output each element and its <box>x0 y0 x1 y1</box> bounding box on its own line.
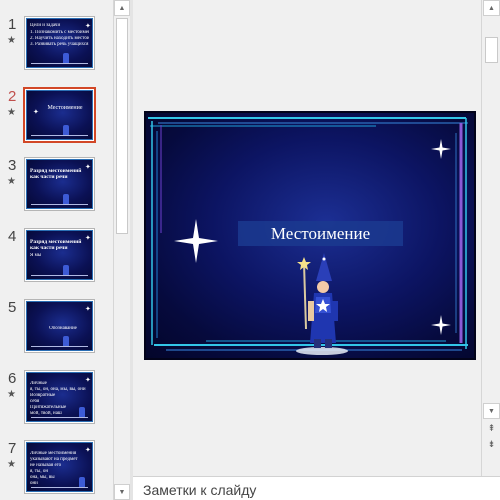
notes-pane[interactable]: Заметки к слайду <box>133 476 500 500</box>
thumbnail-image[interactable]: Местоимение ✦ <box>23 87 96 143</box>
thumbnail-image[interactable]: Опознавание ✦ <box>24 299 95 353</box>
thumbnail-slide: Личные я, ты, он, она, мы, вы, они Возврат… <box>26 372 93 422</box>
thumbnail-slide: Личные местоимения указывают на предмет не… <box>26 442 93 492</box>
thumbnail-image[interactable]: Цели и задачи1. Познакомить с местоимени… <box>24 16 95 70</box>
slide-number: 6 <box>8 370 17 387</box>
wizard-icon <box>63 125 69 135</box>
thumbnail-text: Цели и задачи <box>30 23 61 28</box>
sparkle-icon: ✦ <box>85 23 91 30</box>
sparkle-icon <box>431 315 451 335</box>
frame-line <box>31 204 88 205</box>
frame-line <box>31 63 88 64</box>
frame-line <box>31 275 88 276</box>
frame-line <box>31 135 88 136</box>
sparkle-icon <box>431 139 451 159</box>
animation-star-icon[interactable]: ★ <box>7 35 16 46</box>
frame-line <box>31 487 88 488</box>
thumbnail-text: Я мы <box>30 253 42 258</box>
sparkle-icon: ✦ <box>85 306 91 313</box>
animation-star-icon[interactable]: ★ <box>7 176 16 187</box>
wizard-icon <box>63 53 69 63</box>
slide-number: 2 <box>8 88 17 105</box>
thumbnail-slide: Опознавание ✦ <box>26 301 93 351</box>
animation-star-icon[interactable]: ★ <box>7 459 16 470</box>
thumbnail-image[interactable]: Разряд местоимений как части речи ✦ <box>24 157 95 211</box>
thumbnail-image[interactable]: Разряд местоимений как части речи Я мы ✦ <box>24 228 95 282</box>
scroll-up-arrow[interactable]: ▲ <box>114 0 130 16</box>
slide-thumbnail-7[interactable]: 7 ★ Личные местоимения указывают на предмет… <box>0 440 113 500</box>
scroll-up-arrow[interactable]: ▲ <box>483 0 500 16</box>
slide-number: 1 <box>8 16 17 33</box>
thumbnail-image[interactable]: Личные я, ты, он, она, мы, вы, они Возврат… <box>24 370 95 424</box>
slide-canvas: Местоимение <box>146 113 474 358</box>
notes-placeholder[interactable]: Заметки к слайду <box>143 482 256 498</box>
slide-thumbnail-3[interactable]: 3 ★ Разряд местоимений как части речи ✦ <box>0 157 113 227</box>
thumbnail-text: как части речи <box>30 174 68 180</box>
thumbnail-text: Местоимение <box>47 105 83 111</box>
slide-number: 3 <box>8 157 17 174</box>
sparkle-icon: ✦ <box>33 109 39 116</box>
slide-number: 4 <box>8 228 17 245</box>
slide-thumbnail-1[interactable]: 1 ★ Цели и задачи 1. Познакомить с местоиме… <box>0 16 113 86</box>
thumbnail-text: Опознавание <box>49 326 77 331</box>
wizard-icon <box>79 407 85 417</box>
thumbnail-image[interactable]: Личные местоимения указывают на предмет не… <box>24 440 95 494</box>
slide-number: 7 <box>8 440 17 457</box>
wizard-icon <box>63 194 69 204</box>
sparkle-icon: ✦ <box>85 377 91 384</box>
sparkle-icon: ✦ <box>85 447 91 454</box>
thumbnail-slide: Разряд местоимений как части речи ✦ <box>26 159 93 209</box>
thumbnail-text: 3. Развивать речь учащихся <box>30 42 89 47</box>
slide-thumbnail-6[interactable]: 6 ★ Личные я, ты, он, она, мы, вы, они Возвр… <box>0 370 113 440</box>
thumbnail-scrollbar[interactable]: ▲ ▼ <box>113 0 130 500</box>
slide-thumbnail-4[interactable]: 4 Разряд местоимений как части речи Я мы ✦ <box>0 228 113 298</box>
current-slide[interactable]: Местоимение <box>144 111 476 360</box>
thumbnail-slide: Разряд местоимений как части речи Я мы ✦ <box>26 230 93 280</box>
frame-line <box>31 417 88 418</box>
editor-scrollbar[interactable]: ▲ ▼ ⇞ ⇟ <box>481 0 500 476</box>
wizard-icon <box>79 477 85 487</box>
thumbnail-slide: Цели и задачи1. Познакомить с местоимени… <box>26 18 93 68</box>
thumbnail-text: как части речи <box>30 245 68 251</box>
frame-line <box>31 346 88 347</box>
wizard-clipart-icon <box>296 253 348 355</box>
presentation-editor: 1 ★ Цели и задачи 1. Познакомить с местоиме… <box>0 0 500 500</box>
wizard-icon <box>63 336 69 346</box>
thumbnail-slide: Местоимение ✦ <box>26 90 93 140</box>
previous-slide-button[interactable]: ⇞ <box>483 421 500 435</box>
slide-thumbnail-pane: 1 ★ Цели и задачи 1. Познакомить с местоиме… <box>0 0 113 500</box>
animation-star-icon[interactable]: ★ <box>7 389 16 400</box>
wizard-icon <box>63 265 69 275</box>
scrollbar-thumb[interactable] <box>485 37 498 63</box>
slide-thumbnail-5[interactable]: 5 Опознавание ✦ <box>0 299 113 369</box>
slide-title[interactable]: Местоимение <box>238 223 403 245</box>
scroll-down-arrow[interactable]: ▼ <box>114 484 130 500</box>
scrollbar-thumb[interactable] <box>116 18 128 234</box>
next-slide-button[interactable]: ⇟ <box>483 437 500 451</box>
sparkle-icon: ✦ <box>85 235 91 242</box>
slide-editor: Местоимение <box>133 0 481 476</box>
large-sparkle-icon <box>174 219 218 263</box>
slide-thumbnail-2[interactable]: 2 ★ Местоимение ✦ <box>0 87 113 158</box>
slide-number: 5 <box>8 299 17 316</box>
animation-star-icon[interactable]: ★ <box>7 107 16 118</box>
scroll-down-arrow[interactable]: ▼ <box>483 403 500 419</box>
sparkle-icon: ✦ <box>85 164 91 171</box>
